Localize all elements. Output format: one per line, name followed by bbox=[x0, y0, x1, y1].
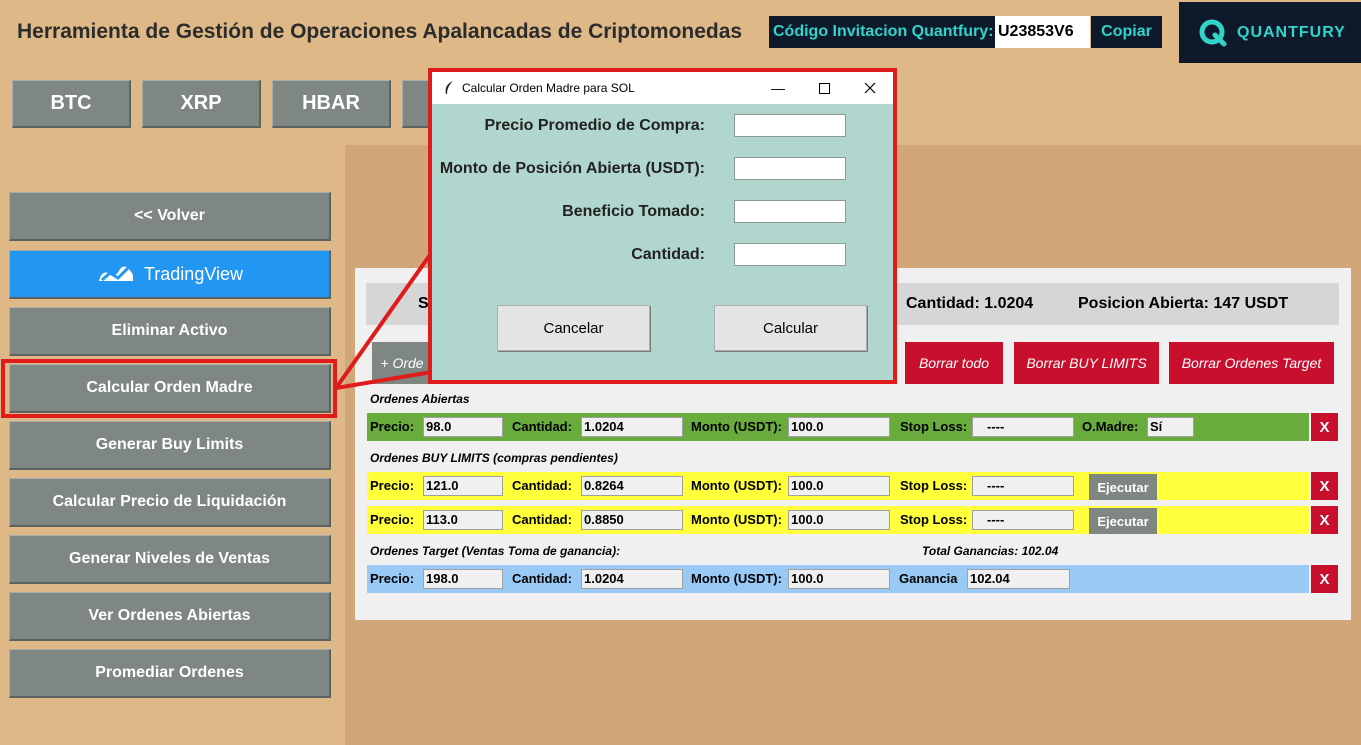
stop-loss-label: Stop Loss: bbox=[900, 512, 968, 527]
delete-button[interactable]: X bbox=[1311, 472, 1338, 500]
monto-posicion-input[interactable] bbox=[734, 157, 846, 180]
section-title-buy-limits: Ordenes BUY LIMITS (compras pendientes) bbox=[370, 451, 618, 465]
dialog-titlebar[interactable]: Calcular Orden Madre para SOL — bbox=[432, 72, 893, 104]
generar-buy-limits-button[interactable]: Generar Buy Limits bbox=[9, 421, 331, 470]
summary-posicion: Posicion Abierta: 147 USDT bbox=[1078, 295, 1289, 312]
calc-dialog: Calcular Orden Madre para SOL — Precio P… bbox=[432, 72, 893, 380]
quantfury-logo: QUANTFURY bbox=[1179, 2, 1361, 63]
eliminar-activo-button[interactable]: Eliminar Activo bbox=[9, 307, 331, 356]
monto-label: Monto (USDT): bbox=[691, 419, 782, 434]
borrar-todo-button[interactable]: Borrar todo bbox=[905, 342, 1003, 384]
monto-label: Monto (USDT): bbox=[691, 512, 782, 527]
cantidad-label: Cantidad: bbox=[512, 419, 572, 434]
monto-value: 100.0 bbox=[788, 569, 890, 589]
precio-value: 198.0 bbox=[423, 569, 503, 589]
precio-label: Precio: bbox=[370, 512, 415, 527]
monto-label: Monto (USDT): bbox=[691, 478, 782, 493]
ganancia-label: Ganancia bbox=[899, 571, 958, 586]
borrar-buy-limits-button[interactable]: Borrar BUY LIMITS bbox=[1014, 342, 1159, 384]
cantidad-value: 0.8264 bbox=[581, 476, 683, 496]
stop-loss-value: ---- bbox=[972, 510, 1074, 530]
table-row: Precio: 121.0 Cantidad: 0.8264 Monto (US… bbox=[367, 472, 1309, 500]
tradingview-icon bbox=[98, 266, 133, 282]
back-button[interactable]: << Volver bbox=[9, 192, 331, 241]
omadre-label: O.Madre: bbox=[1082, 419, 1139, 434]
delete-button[interactable]: X bbox=[1311, 413, 1338, 441]
ganancia-value: 102.04 bbox=[967, 569, 1070, 589]
invite-code-field[interactable]: U23853V6 bbox=[995, 16, 1090, 48]
total-ganancias: Total Ganancias: 102.04 bbox=[922, 544, 1059, 558]
precio-value: 98.0 bbox=[423, 417, 503, 437]
monto-label: Monto (USDT): bbox=[691, 571, 782, 586]
section-title-targets: Ordenes Target (Ventas Toma de ganancia)… bbox=[370, 544, 621, 558]
monto-value: 100.0 bbox=[788, 510, 890, 530]
highlight-box-sidebar bbox=[1, 359, 337, 418]
borrar-ordenes-target-button[interactable]: Borrar Ordenes Target bbox=[1169, 342, 1334, 384]
minimize-icon[interactable]: — bbox=[755, 72, 801, 104]
close-icon[interactable] bbox=[847, 72, 893, 104]
cantidad-value: 0.8850 bbox=[581, 510, 683, 530]
feather-icon bbox=[445, 81, 453, 94]
asset-button-hbar[interactable]: HBAR bbox=[272, 80, 391, 128]
dialog-title: Calcular Orden Madre para SOL bbox=[462, 81, 635, 95]
precio-label: Precio: bbox=[370, 571, 415, 586]
tradingview-button[interactable]: TradingView bbox=[9, 250, 331, 299]
precio-promedio-label: Precio Promedio de Compra: bbox=[484, 117, 706, 134]
delete-button[interactable]: X bbox=[1311, 506, 1338, 534]
calcular-liquidacion-button[interactable]: Calcular Precio de Liquidación bbox=[9, 478, 331, 527]
generar-niveles-ventas-button[interactable]: Generar Niveles de Ventas bbox=[9, 535, 331, 584]
stop-loss-value: ---- bbox=[972, 417, 1074, 437]
asset-button-btc[interactable]: BTC bbox=[12, 80, 131, 128]
brand-name: QUANTFURY bbox=[1237, 23, 1346, 41]
invite-code-label: Código Invitacion Quantfury: bbox=[769, 16, 995, 48]
precio-value: 113.0 bbox=[423, 510, 503, 530]
beneficio-tomado-input[interactable] bbox=[734, 200, 846, 223]
ver-ordenes-abiertas-button[interactable]: Ver Ordenes Abiertas bbox=[9, 592, 331, 641]
copy-button[interactable]: Copiar bbox=[1091, 16, 1162, 48]
maximize-icon[interactable] bbox=[801, 72, 847, 104]
cantidad-label: Cantidad: bbox=[512, 512, 572, 527]
table-row: Precio: 198.0 Cantidad: 1.0204 Monto (US… bbox=[367, 565, 1309, 593]
stop-loss-value: ---- bbox=[972, 476, 1074, 496]
section-title-open: Ordenes Abiertas bbox=[370, 392, 470, 406]
cantidad-input[interactable] bbox=[734, 243, 846, 266]
quantfury-q-icon bbox=[1199, 19, 1227, 46]
cantidad-value: 1.0204 bbox=[581, 417, 683, 437]
delete-button[interactable]: X bbox=[1311, 565, 1338, 593]
omadre-value: Sí bbox=[1147, 417, 1194, 437]
monto-posicion-label: Monto de Posición Abierta (USDT): bbox=[439, 160, 705, 177]
cantidad-value: 1.0204 bbox=[581, 569, 683, 589]
beneficio-tomado-label: Beneficio Tomado: bbox=[562, 203, 705, 220]
calculate-button[interactable]: Calcular bbox=[714, 305, 867, 351]
table-row: Precio: 98.0 Cantidad: 1.0204 Monto (USD… bbox=[367, 413, 1309, 441]
stop-loss-label: Stop Loss: bbox=[900, 478, 968, 493]
stop-loss-label: Stop Loss: bbox=[900, 419, 968, 434]
tradingview-label: TradingView bbox=[143, 263, 244, 284]
app-title: Herramienta de Gestión de Operaciones Ap… bbox=[17, 20, 743, 43]
precio-promedio-input[interactable] bbox=[734, 114, 846, 137]
table-row: Precio: 113.0 Cantidad: 0.8850 Monto (US… bbox=[367, 506, 1309, 534]
asset-button-xrp[interactable]: XRP bbox=[142, 80, 261, 128]
precio-label: Precio: bbox=[370, 419, 415, 434]
cantidad-label: Cantidad: bbox=[512, 478, 572, 493]
precio-value: 121.0 bbox=[423, 476, 503, 496]
monto-value: 100.0 bbox=[788, 417, 890, 437]
monto-value: 100.0 bbox=[788, 476, 890, 496]
cancel-button[interactable]: Cancelar bbox=[497, 305, 650, 351]
ejecutar-button[interactable]: Ejecutar bbox=[1089, 508, 1157, 534]
ejecutar-button[interactable]: Ejecutar bbox=[1089, 474, 1157, 500]
cantidad-label: Cantidad: bbox=[512, 571, 572, 586]
precio-label: Precio: bbox=[370, 478, 415, 493]
add-order-button[interactable]: + Orde bbox=[372, 342, 432, 384]
summary-cantidad: Cantidad: 1.0204 bbox=[906, 295, 1034, 312]
promediar-ordenes-button[interactable]: Promediar Ordenes bbox=[9, 649, 331, 698]
cantidad-label: Cantidad: bbox=[631, 246, 705, 263]
